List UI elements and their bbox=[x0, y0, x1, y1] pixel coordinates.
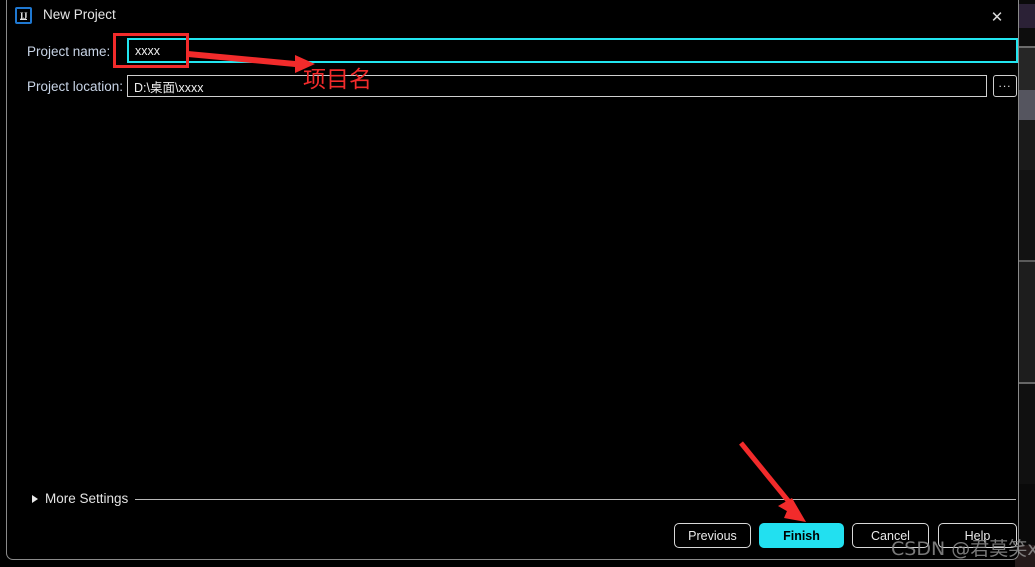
project-location-input[interactable] bbox=[127, 75, 987, 97]
chevron-right-icon bbox=[32, 494, 38, 503]
screenshot-root: IJ New Project ✕ Project name: Project l… bbox=[0, 0, 1035, 567]
project-name-input[interactable] bbox=[127, 38, 1018, 63]
dialog-title: New Project bbox=[43, 7, 116, 22]
dialog-titlebar: IJ New Project ✕ bbox=[7, 0, 1018, 31]
previous-button[interactable]: Previous bbox=[674, 523, 751, 548]
more-settings-separator bbox=[135, 499, 1016, 500]
close-icon[interactable]: ✕ bbox=[984, 6, 1010, 28]
more-settings-toggle[interactable]: More Settings bbox=[32, 491, 128, 506]
more-settings-label: More Settings bbox=[45, 491, 129, 506]
project-name-label: Project name: bbox=[27, 44, 111, 59]
browse-folder-button[interactable]: ... bbox=[993, 75, 1017, 97]
intellij-idea-icon: IJ bbox=[15, 7, 32, 24]
cancel-button[interactable]: Cancel bbox=[852, 523, 929, 548]
project-location-label: Project location: bbox=[27, 79, 124, 94]
help-button[interactable]: Help bbox=[938, 523, 1017, 548]
finish-button[interactable]: Finish bbox=[759, 523, 844, 548]
new-project-dialog: IJ New Project ✕ Project name: Project l… bbox=[6, 0, 1035, 560]
